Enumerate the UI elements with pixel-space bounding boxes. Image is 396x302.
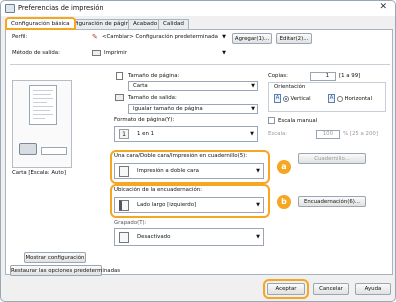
restore-defaults-button[interactable]: Restaurar las opciones predeterminadas	[10, 265, 120, 276]
binding-button[interactable]: Encuadernación(6)...	[298, 196, 366, 207]
binding-icon	[119, 200, 129, 211]
manual-scale-label: Escala manual	[278, 118, 318, 124]
output-method-value: Imprimir	[104, 50, 127, 56]
preview-page	[29, 85, 57, 125]
pencil-icon: ✎	[92, 33, 98, 41]
chevron-down-icon: ▼	[256, 168, 260, 174]
duplex-icon	[119, 166, 129, 177]
binding-label: Ubicación de la encuadernación:	[114, 187, 202, 193]
accept-button[interactable]: Aceptar	[267, 283, 305, 295]
layout-icon: 1	[119, 129, 129, 139]
chevron-down-icon: ▼	[256, 234, 260, 240]
orientation-label: Orientación	[274, 84, 306, 90]
print-preferences-window: Preferencias de impresión ✕ Configuració…	[0, 0, 396, 302]
output-method-select[interactable]: Imprimir ▼	[90, 49, 228, 59]
booklet-button[interactable]: Cuadernillo...	[298, 153, 366, 164]
output-size-label: Tamaño de salida:	[128, 95, 177, 101]
chevron-down-icon: ▼	[222, 50, 226, 56]
add-profile-button[interactable]: Agregar(1)...	[232, 33, 272, 44]
copies-range: [1 a 99]	[339, 73, 361, 79]
edit-profile-button[interactable]: Editar(2)...	[276, 33, 312, 44]
output-size-select[interactable]: Igualar tamaño de página ▼	[128, 104, 258, 114]
show-settings-button[interactable]: Mostrar configuración	[24, 252, 86, 263]
printer-icon	[5, 4, 15, 13]
chevron-down-icon: ▼	[251, 83, 255, 89]
callout-a-badge: a	[277, 160, 291, 174]
view-toggle[interactable]	[41, 147, 67, 155]
staple-select[interactable]: Desactivado ▼	[114, 228, 264, 246]
help-button[interactable]: Ayuda	[355, 283, 391, 295]
printer-icon	[92, 50, 101, 56]
window-title: Preferencias de impresión	[18, 4, 104, 12]
page-preview	[12, 80, 72, 168]
page-size-label: Tamaño de página:	[128, 73, 180, 79]
profile-label: Perfil:	[12, 34, 28, 40]
horizontal-radio[interactable]	[336, 95, 343, 102]
duplex-value: Impresión a doble cara	[137, 168, 199, 174]
settings-panel: Perfil: ✎ <Cambiar> Configuración predet…	[5, 29, 393, 276]
output-method-label: Método de salida:	[12, 50, 60, 56]
callout-b-badge: b	[277, 195, 291, 209]
copies-stepper[interactable]: 1	[310, 72, 336, 81]
chevron-down-icon: ▼	[251, 106, 255, 112]
chevron-down-icon: ▼	[222, 34, 226, 40]
output-size-icon	[115, 94, 124, 101]
chevron-down-icon: ▼	[256, 202, 260, 208]
copies-label: Copias:	[268, 73, 288, 79]
vertical-label: Vertical	[290, 96, 311, 102]
staple-value: Desactivado	[137, 234, 171, 240]
preview-caption: Carta [Escala: Auto]	[12, 170, 66, 176]
profile-select[interactable]: ✎ <Cambiar> Configuración predeterminada…	[90, 33, 228, 43]
vertical-option[interactable]: A Vertical	[274, 94, 311, 103]
portrait-icon: A	[274, 94, 281, 103]
printer-icon	[19, 143, 37, 155]
page-size-select[interactable]: Carta ▼	[128, 81, 258, 91]
duplex-label: Una cara/Doble cara/Impresión en cuadern…	[114, 153, 248, 159]
scale-label: Escala:	[268, 131, 288, 137]
duplex-select[interactable]: Impresión a doble cara ▼	[114, 163, 264, 179]
page-icon	[116, 72, 123, 80]
horizontal-option[interactable]: A Horizontal	[328, 94, 372, 103]
layout-label: Formato de página(Y):	[114, 117, 175, 123]
vertical-radio[interactable]	[282, 95, 289, 102]
layout-value: 1 en 1	[137, 131, 155, 137]
scale-range: % [25 a 200]	[343, 131, 378, 137]
chevron-down-icon: ▼	[250, 131, 254, 137]
divider	[10, 64, 390, 65]
binding-select[interactable]: Lado largo [izquierdo] ▼	[114, 197, 264, 213]
layout-select[interactable]: 1 1 en 1 ▼	[114, 126, 258, 142]
output-size-value: Igualar tamaño de página	[133, 106, 203, 112]
binding-value: Lado largo [izquierdo]	[137, 202, 197, 208]
profile-value: <Cambiar> Configuración predeterminada	[102, 34, 218, 40]
tab-basic-settings[interactable]: Configuración básica	[5, 17, 76, 30]
title-bar: Preferencias de impresión ✕	[1, 1, 395, 16]
manual-scale-checkbox[interactable]	[268, 117, 275, 124]
landscape-icon: A	[328, 94, 335, 103]
horizontal-label: Horizontal	[344, 96, 372, 102]
staple-icon	[119, 232, 129, 243]
cancel-button[interactable]: Cancelar	[313, 283, 349, 295]
tab-bar: Configuración básica onfiguración de pág…	[5, 16, 395, 30]
scale-stepper[interactable]: 100	[316, 130, 340, 139]
staple-label: Grapado(T):	[114, 220, 147, 226]
page-size-value: Carta	[133, 83, 148, 89]
close-icon[interactable]: ✕	[379, 2, 387, 12]
